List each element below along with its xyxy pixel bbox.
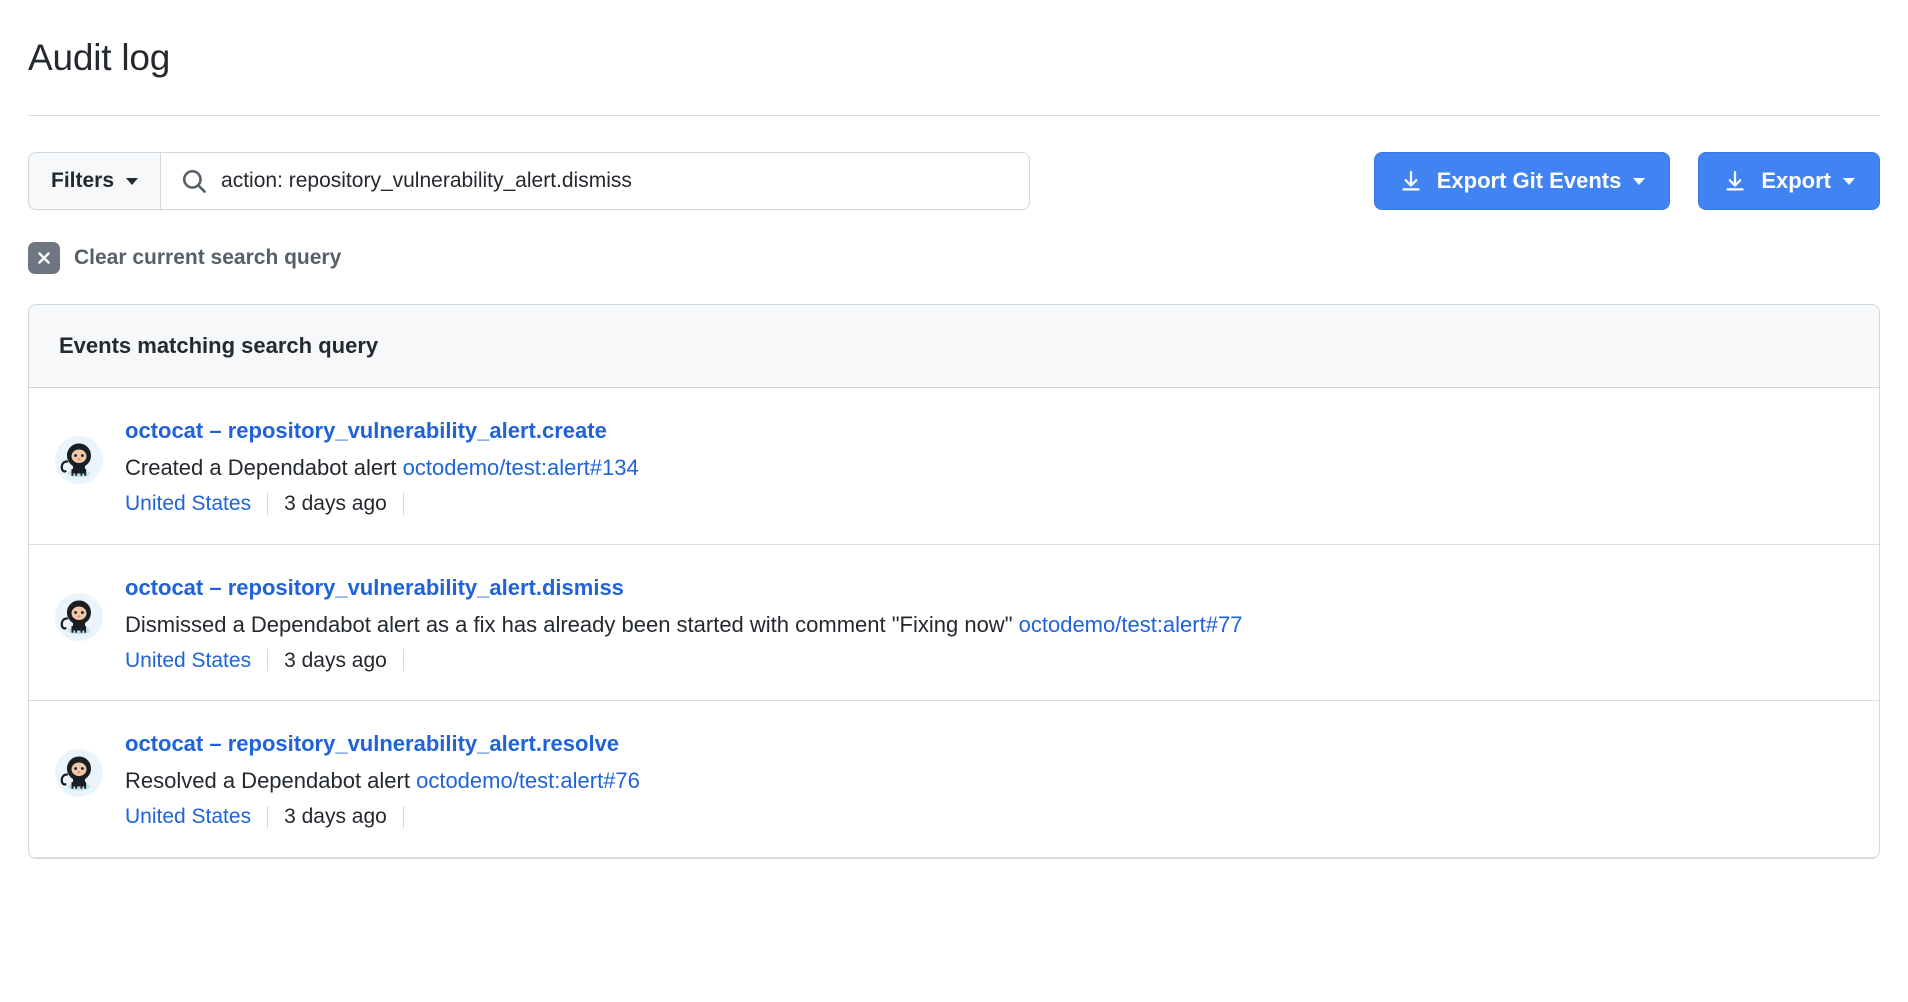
event-time: 3 days ago bbox=[284, 488, 387, 520]
event-description: Dismissed a Dependabot alert as a fix ha… bbox=[125, 608, 1849, 641]
export-button-label: Export bbox=[1761, 168, 1831, 194]
event-meta: United States 3 days ago bbox=[125, 801, 1849, 833]
meta-divider bbox=[403, 649, 404, 671]
search-input[interactable] bbox=[221, 169, 1011, 193]
meta-divider bbox=[403, 493, 404, 515]
event-time: 3 days ago bbox=[284, 645, 387, 677]
clear-search-query-button[interactable]: Clear current search query bbox=[28, 242, 341, 274]
search-group: Filters bbox=[28, 152, 1030, 210]
avatar[interactable] bbox=[55, 436, 103, 484]
event-title-dash: – bbox=[209, 418, 221, 443]
event-body: octocat – repository_vulnerability_alert… bbox=[125, 571, 1849, 677]
event-row: octocat – repository_vulnerability_alert… bbox=[29, 701, 1879, 858]
events-panel: Events matching search query bbox=[28, 304, 1880, 859]
event-time: 3 days ago bbox=[284, 801, 387, 833]
event-body: octocat – repository_vulnerability_alert… bbox=[125, 414, 1849, 520]
chevron-down-icon bbox=[1843, 178, 1855, 185]
event-target-link[interactable]: octodemo/test:alert#76 bbox=[416, 768, 640, 793]
audit-log-toolbar: Filters bbox=[28, 152, 1880, 210]
export-button[interactable]: Export bbox=[1698, 152, 1880, 210]
avatar[interactable] bbox=[55, 593, 103, 641]
search-icon bbox=[181, 168, 207, 194]
events-list: octocat – repository_vulnerability_alert… bbox=[29, 388, 1879, 858]
meta-divider bbox=[267, 649, 268, 671]
event-title: octocat – repository_vulnerability_alert… bbox=[125, 727, 1849, 760]
title-divider bbox=[28, 115, 1880, 116]
event-location[interactable]: United States bbox=[125, 488, 251, 520]
event-meta: United States 3 days ago bbox=[125, 645, 1849, 677]
event-target-link[interactable]: octodemo/test:alert#77 bbox=[1019, 612, 1243, 637]
download-icon bbox=[1723, 169, 1747, 193]
meta-divider bbox=[267, 493, 268, 515]
event-description-text: Resolved a Dependabot alert bbox=[125, 768, 410, 793]
search-field[interactable] bbox=[161, 153, 1029, 209]
event-action-link[interactable]: repository_vulnerability_alert.dismiss bbox=[228, 575, 624, 600]
event-target-link[interactable]: octodemo/test:alert#134 bbox=[403, 455, 639, 480]
event-meta: United States 3 days ago bbox=[125, 488, 1849, 520]
event-action-link[interactable]: repository_vulnerability_alert.create bbox=[228, 418, 607, 443]
event-title-dash: – bbox=[209, 731, 221, 756]
clear-search-query-label: Clear current search query bbox=[74, 246, 341, 270]
event-actor-link[interactable]: octocat bbox=[125, 418, 203, 443]
event-row: octocat – repository_vulnerability_alert… bbox=[29, 388, 1879, 545]
event-description: Resolved a Dependabot alert octodemo/tes… bbox=[125, 764, 1849, 797]
avatar[interactable] bbox=[55, 749, 103, 797]
download-icon bbox=[1399, 169, 1423, 193]
filters-button[interactable]: Filters bbox=[29, 153, 161, 209]
event-body: octocat – repository_vulnerability_alert… bbox=[125, 727, 1849, 833]
event-location[interactable]: United States bbox=[125, 801, 251, 833]
event-description: Created a Dependabot alert octodemo/test… bbox=[125, 451, 1849, 484]
event-title: octocat – repository_vulnerability_alert… bbox=[125, 414, 1849, 447]
chevron-down-icon bbox=[1633, 178, 1645, 185]
meta-divider bbox=[267, 806, 268, 828]
event-row: octocat – repository_vulnerability_alert… bbox=[29, 545, 1879, 702]
meta-divider bbox=[403, 806, 404, 828]
event-location[interactable]: United States bbox=[125, 645, 251, 677]
event-description-text: Created a Dependabot alert bbox=[125, 455, 397, 480]
close-icon bbox=[28, 242, 60, 274]
audit-log-page: Audit log Filters bbox=[0, 25, 1908, 859]
filters-button-label: Filters bbox=[51, 169, 114, 193]
event-title: octocat – repository_vulnerability_alert… bbox=[125, 571, 1849, 604]
event-description-text: Dismissed a Dependabot alert as a fix ha… bbox=[125, 612, 1013, 637]
events-panel-header: Events matching search query bbox=[29, 305, 1879, 388]
event-actor-link[interactable]: octocat bbox=[125, 731, 203, 756]
chevron-down-icon bbox=[126, 178, 138, 185]
page-title: Audit log bbox=[28, 25, 1880, 81]
event-title-dash: – bbox=[209, 575, 221, 600]
event-action-link[interactable]: repository_vulnerability_alert.resolve bbox=[228, 731, 619, 756]
export-git-events-label: Export Git Events bbox=[1437, 168, 1622, 194]
export-git-events-button[interactable]: Export Git Events bbox=[1374, 152, 1671, 210]
event-actor-link[interactable]: octocat bbox=[125, 575, 203, 600]
